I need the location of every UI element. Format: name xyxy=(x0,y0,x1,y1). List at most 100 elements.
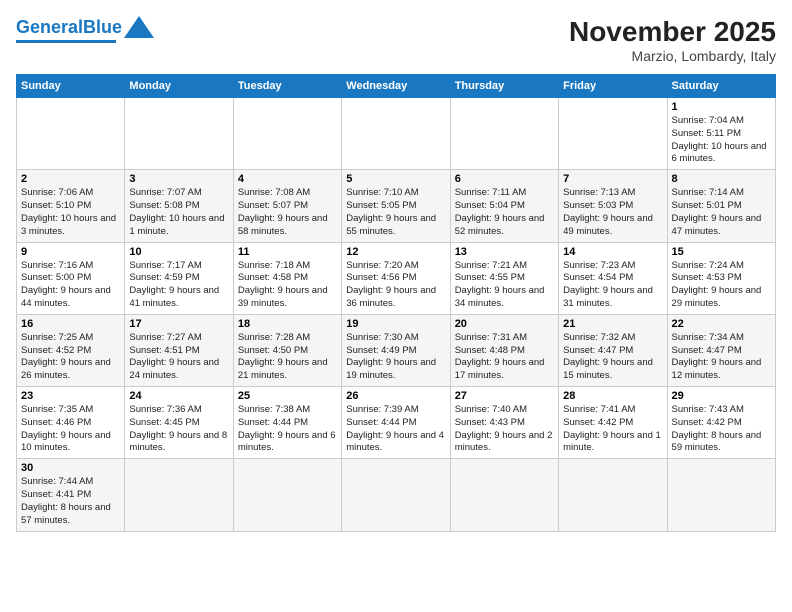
calendar-day-header: Wednesday xyxy=(342,75,450,98)
calendar-day-cell: 3Sunrise: 7:07 AM Sunset: 5:08 PM Daylig… xyxy=(125,170,233,242)
calendar-day-cell: 16Sunrise: 7:25 AM Sunset: 4:52 PM Dayli… xyxy=(17,314,125,386)
day-number: 5 xyxy=(346,173,445,185)
day-number: 2 xyxy=(21,173,120,185)
calendar-day-cell xyxy=(342,98,450,170)
day-info: Sunrise: 7:44 AM Sunset: 4:41 PM Dayligh… xyxy=(21,476,120,527)
calendar-table: SundayMondayTuesdayWednesdayThursdayFrid… xyxy=(16,74,776,532)
day-info: Sunrise: 7:17 AM Sunset: 4:59 PM Dayligh… xyxy=(129,260,228,311)
day-number: 24 xyxy=(129,390,228,402)
day-number: 28 xyxy=(563,390,662,402)
calendar-day-cell: 29 Sunrise: 7:43 AM Sunset: 4:42 PM Dayli… xyxy=(667,387,775,459)
calendar-day-header: Saturday xyxy=(667,75,775,98)
calendar-day-cell: 22Sunrise: 7:34 AM Sunset: 4:47 PM Dayli… xyxy=(667,314,775,386)
day-info: Sunrise: 7:11 AM Sunset: 5:04 PM Dayligh… xyxy=(455,187,554,238)
title-block: November 2025 Marzio, Lombardy, Italy xyxy=(569,16,776,64)
logo-general: General xyxy=(16,17,83,37)
day-number: 4 xyxy=(238,173,337,185)
calendar-day-cell: 20Sunrise: 7:31 AM Sunset: 4:48 PM Dayli… xyxy=(450,314,558,386)
day-info: Sunrise: 7:06 AM Sunset: 5:10 PM Dayligh… xyxy=(21,187,120,238)
day-info: Sunrise: 7:24 AM Sunset: 4:53 PM Dayligh… xyxy=(672,260,771,311)
day-number: 19 xyxy=(346,318,445,330)
day-number: 6 xyxy=(455,173,554,185)
day-number: 12 xyxy=(346,246,445,258)
logo-bar xyxy=(16,40,116,43)
calendar-day-cell: 2 Sunrise: 7:06 AM Sunset: 5:10 PM Daylig… xyxy=(17,170,125,242)
day-info: Sunrise: 7:35 AM Sunset: 4:46 PM Dayligh… xyxy=(21,404,120,455)
calendar-day-cell: 9 Sunrise: 7:16 AM Sunset: 5:00 PM Daylig… xyxy=(17,242,125,314)
calendar-day-cell: 14 Sunrise: 7:23 AM Sunset: 4:54 PM Dayli… xyxy=(559,242,667,314)
calendar-day-header: Sunday xyxy=(17,75,125,98)
day-number: 3 xyxy=(129,173,228,185)
calendar-day-cell xyxy=(450,98,558,170)
calendar-day-cell: 10 Sunrise: 7:17 AM Sunset: 4:59 PM Dayli… xyxy=(125,242,233,314)
day-number: 9 xyxy=(21,246,120,258)
calendar-week-row: 16Sunrise: 7:25 AM Sunset: 4:52 PM Dayli… xyxy=(17,314,776,386)
day-number: 25 xyxy=(238,390,337,402)
day-number: 27 xyxy=(455,390,554,402)
day-number: 30 xyxy=(21,462,120,474)
logo-icon xyxy=(124,16,154,38)
day-info: Sunrise: 7:34 AM Sunset: 4:47 PM Dayligh… xyxy=(672,332,771,383)
day-info: Sunrise: 7:27 AM Sunset: 4:51 PM Dayligh… xyxy=(129,332,228,383)
day-number: 7 xyxy=(563,173,662,185)
calendar-day-cell: 1Sunrise: 7:04 AM Sunset: 5:11 PM Daylig… xyxy=(667,98,775,170)
calendar-day-cell xyxy=(450,459,558,531)
day-info: Sunrise: 7:23 AM Sunset: 4:54 PM Dayligh… xyxy=(563,260,662,311)
day-info: Sunrise: 7:36 AM Sunset: 4:45 PM Dayligh… xyxy=(129,404,228,455)
day-info: Sunrise: 7:38 AM Sunset: 4:44 PM Dayligh… xyxy=(238,404,337,455)
calendar-day-cell: 12 Sunrise: 7:20 AM Sunset: 4:56 PM Dayli… xyxy=(342,242,450,314)
calendar-day-cell: 28 Sunrise: 7:41 AM Sunset: 4:42 PM Dayli… xyxy=(559,387,667,459)
calendar-day-cell: 19Sunrise: 7:30 AM Sunset: 4:49 PM Dayli… xyxy=(342,314,450,386)
day-number: 21 xyxy=(563,318,662,330)
calendar-day-cell: 18 Sunrise: 7:28 AM Sunset: 4:50 PM Dayli… xyxy=(233,314,341,386)
day-number: 16 xyxy=(21,318,120,330)
day-number: 18 xyxy=(238,318,337,330)
calendar-day-cell: 5 Sunrise: 7:10 AM Sunset: 5:05 PM Daylig… xyxy=(342,170,450,242)
calendar-day-cell: 7 Sunrise: 7:13 AM Sunset: 5:03 PM Daylig… xyxy=(559,170,667,242)
page-subtitle: Marzio, Lombardy, Italy xyxy=(569,48,776,64)
day-info: Sunrise: 7:39 AM Sunset: 4:44 PM Dayligh… xyxy=(346,404,445,455)
day-number: 26 xyxy=(346,390,445,402)
calendar-day-cell xyxy=(233,459,341,531)
day-number: 13 xyxy=(455,246,554,258)
calendar-day-cell: 13Sunrise: 7:21 AM Sunset: 4:55 PM Dayli… xyxy=(450,242,558,314)
calendar-day-cell: 27 Sunrise: 7:40 AM Sunset: 4:43 PM Dayli… xyxy=(450,387,558,459)
calendar-day-cell xyxy=(125,459,233,531)
calendar-day-cell xyxy=(667,459,775,531)
day-info: Sunrise: 7:08 AM Sunset: 5:07 PM Dayligh… xyxy=(238,187,337,238)
calendar-day-cell: 4 Sunrise: 7:08 AM Sunset: 5:07 PM Daylig… xyxy=(233,170,341,242)
day-info: Sunrise: 7:20 AM Sunset: 4:56 PM Dayligh… xyxy=(346,260,445,311)
day-number: 17 xyxy=(129,318,228,330)
day-info: Sunrise: 7:40 AM Sunset: 4:43 PM Dayligh… xyxy=(455,404,554,455)
calendar-day-header: Thursday xyxy=(450,75,558,98)
calendar-week-row: 30 Sunrise: 7:44 AM Sunset: 4:41 PM Dayli… xyxy=(17,459,776,531)
logo-text: GeneralBlue xyxy=(16,17,122,38)
day-info: Sunrise: 7:43 AM Sunset: 4:42 PM Dayligh… xyxy=(672,404,771,455)
day-info: Sunrise: 7:16 AM Sunset: 5:00 PM Dayligh… xyxy=(21,260,120,311)
logo: GeneralBlue xyxy=(16,16,154,43)
day-number: 20 xyxy=(455,318,554,330)
calendar-day-cell xyxy=(125,98,233,170)
day-number: 15 xyxy=(672,246,771,258)
calendar-day-cell: 26 Sunrise: 7:39 AM Sunset: 4:44 PM Dayli… xyxy=(342,387,450,459)
calendar-week-row: 2 Sunrise: 7:06 AM Sunset: 5:10 PM Daylig… xyxy=(17,170,776,242)
day-info: Sunrise: 7:41 AM Sunset: 4:42 PM Dayligh… xyxy=(563,404,662,455)
calendar-week-row: 23Sunrise: 7:35 AM Sunset: 4:46 PM Dayli… xyxy=(17,387,776,459)
day-number: 29 xyxy=(672,390,771,402)
day-info: Sunrise: 7:13 AM Sunset: 5:03 PM Dayligh… xyxy=(563,187,662,238)
calendar-day-cell xyxy=(559,459,667,531)
calendar-day-cell: 6 Sunrise: 7:11 AM Sunset: 5:04 PM Daylig… xyxy=(450,170,558,242)
day-info: Sunrise: 7:10 AM Sunset: 5:05 PM Dayligh… xyxy=(346,187,445,238)
calendar-day-cell: 17 Sunrise: 7:27 AM Sunset: 4:51 PM Dayli… xyxy=(125,314,233,386)
calendar-day-header: Monday xyxy=(125,75,233,98)
calendar-day-cell: 15 Sunrise: 7:24 AM Sunset: 4:53 PM Dayli… xyxy=(667,242,775,314)
day-number: 10 xyxy=(129,246,228,258)
day-number: 11 xyxy=(238,246,337,258)
calendar-day-cell: 8Sunrise: 7:14 AM Sunset: 5:01 PM Daylig… xyxy=(667,170,775,242)
calendar-day-cell xyxy=(559,98,667,170)
day-info: Sunrise: 7:28 AM Sunset: 4:50 PM Dayligh… xyxy=(238,332,337,383)
page-title: November 2025 xyxy=(569,16,776,48)
calendar-day-cell xyxy=(17,98,125,170)
day-number: 14 xyxy=(563,246,662,258)
day-info: Sunrise: 7:14 AM Sunset: 5:01 PM Dayligh… xyxy=(672,187,771,238)
